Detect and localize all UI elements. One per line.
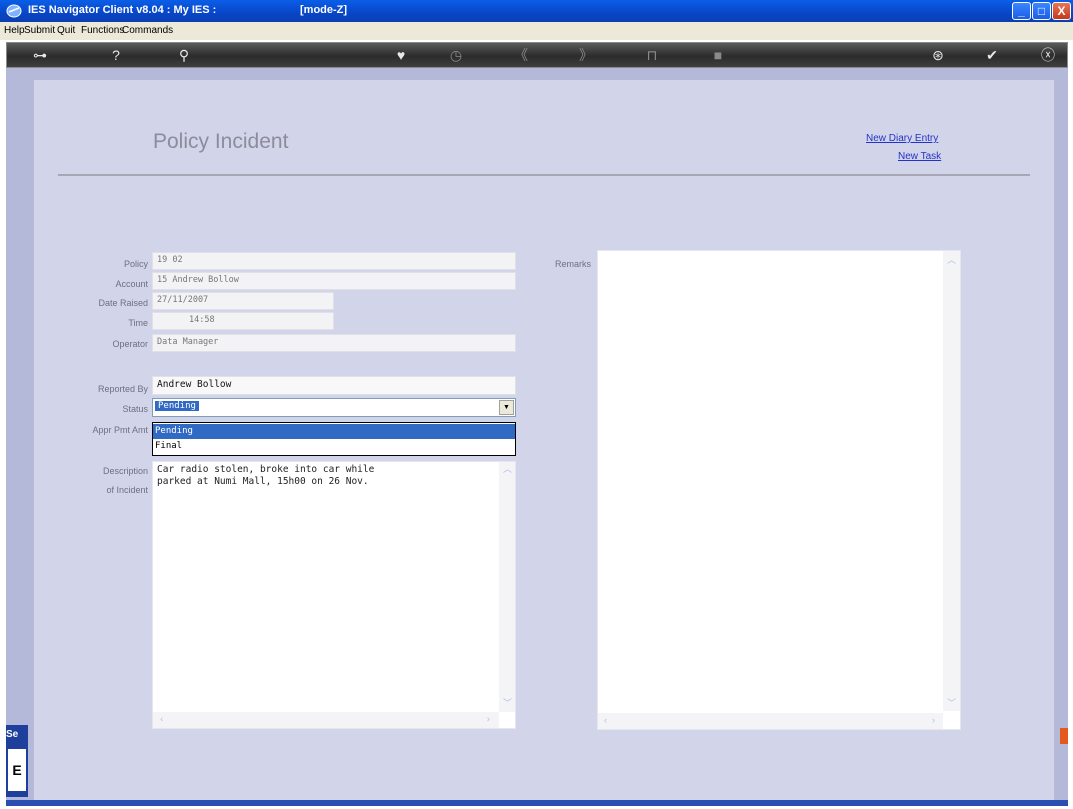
menu-quit[interactable]: Quit <box>57 25 75 36</box>
help-icon[interactable]: ? <box>105 46 127 64</box>
check-icon[interactable]: ✔ <box>981 46 1003 64</box>
menu-help[interactable]: Help <box>4 25 25 36</box>
scroll-right-icon[interactable]: › <box>932 715 935 725</box>
status-strip <box>6 800 1068 806</box>
operator-label: Operator <box>112 339 148 349</box>
description-line-2: parked at Numi Mall, 15h00 on 26 Nov. <box>157 476 369 487</box>
side-tab[interactable]: Se E <box>6 725 28 797</box>
close-button[interactable]: X <box>1052 2 1071 20</box>
scroll-up-icon[interactable]: ︿ <box>503 464 512 476</box>
reported-by-field[interactable]: Andrew Bollow <box>152 376 516 395</box>
status-option-pending[interactable]: Pending <box>153 424 515 439</box>
toolbar: ⊶ ? ⚲ ♥ ◷ 《 》 ⊓ ■ ⊛ ✔ ⓧ <box>6 42 1068 68</box>
window-mode: [mode-Z] <box>300 4 348 16</box>
scroll-left-icon[interactable]: ‹ <box>159 714 164 726</box>
rewind-icon[interactable]: 《 <box>510 46 532 64</box>
policy-field[interactable]: 19 02 <box>152 252 516 270</box>
appr-pmt-amt-label: Appr Pmt Amt <box>92 425 148 435</box>
description-vertical-scrollbar[interactable]: ︿ ﹀ <box>499 462 515 712</box>
maximize-button[interactable]: □ <box>1032 2 1051 20</box>
time-label: Time <box>128 318 148 328</box>
reported-by-label: Reported By <box>97 384 148 394</box>
app-icon <box>6 4 22 18</box>
description-label-line2: of Incident <box>106 485 148 495</box>
heart-icon[interactable]: ♥ <box>390 46 412 64</box>
search-icon[interactable]: ⚲ <box>173 46 195 64</box>
minimize-button[interactable]: _ <box>1012 2 1031 20</box>
description-line-1: Car radio stolen, broke into car while <box>157 464 375 475</box>
account-field[interactable]: 15 Andrew Bollow <box>152 272 516 290</box>
date-raised-label: Date Raised <box>98 298 148 308</box>
clock-icon[interactable]: ◷ <box>445 46 467 64</box>
date-raised-field[interactable]: 27/11/2007 <box>152 292 334 310</box>
description-label: Description <box>102 466 148 476</box>
new-diary-entry-link[interactable]: New Diary Entry <box>866 133 938 144</box>
key-icon[interactable]: ⊶ <box>29 46 51 64</box>
status-select[interactable]: Pending ▼ <box>152 398 516 417</box>
menu-submit[interactable]: Submit <box>24 25 55 36</box>
side-tab-box: E <box>8 749 26 791</box>
network-icon[interactable]: ⊛ <box>927 46 949 64</box>
scroll-down-icon[interactable]: ﹀ <box>503 698 512 710</box>
status-option-final[interactable]: Final <box>153 439 515 454</box>
close-icon[interactable]: ⓧ <box>1037 46 1059 64</box>
window-title-bar[interactable]: IES Navigator Client v8.04 : My IES : [m… <box>0 0 1073 22</box>
time-field[interactable]: 14:58 <box>152 312 334 330</box>
account-label: Account <box>115 279 148 289</box>
status-dropdown-list: Pending Final <box>152 422 516 456</box>
remarks-vertical-scrollbar[interactable]: ︿ ﹀ <box>943 251 960 711</box>
right-edge-marker <box>1060 728 1068 744</box>
menu-bar: Help Submit Quit Functions Commands <box>0 22 1073 40</box>
scroll-left-icon[interactable]: ‹ <box>604 715 607 725</box>
description-textarea[interactable]: Car radio stolen, broke into car while p… <box>152 461 516 729</box>
box-icon[interactable]: ■ <box>707 46 729 64</box>
operator-field[interactable]: Data Manager <box>152 334 516 352</box>
policy-label: Policy <box>123 259 148 269</box>
remarks-label: Remarks <box>554 259 591 269</box>
status-label: Status <box>122 404 148 414</box>
remarks-horizontal-scrollbar[interactable]: ‹ › <box>598 713 943 729</box>
scroll-right-icon[interactable]: › <box>486 714 491 726</box>
window-title: IES Navigator Client v8.04 : My IES : <box>28 4 217 16</box>
menu-functions[interactable]: Functions <box>81 25 124 36</box>
forward-icon[interactable]: 》 <box>575 46 597 64</box>
scroll-down-icon[interactable]: ﹀ <box>947 696 956 709</box>
status-selected-value: Pending <box>155 401 199 411</box>
page-title: Policy Incident <box>153 130 289 153</box>
scroll-up-icon[interactable]: ︿ <box>947 253 956 266</box>
menu-commands[interactable]: Commands <box>122 25 173 36</box>
side-tab-label: Se <box>6 729 19 740</box>
new-task-link[interactable]: New Task <box>898 151 941 162</box>
description-horizontal-scrollbar[interactable]: ‹ › <box>153 712 499 728</box>
chevron-down-icon[interactable]: ▼ <box>499 400 514 415</box>
title-divider <box>58 174 1030 176</box>
stop-icon[interactable]: ⊓ <box>641 46 663 64</box>
remarks-textarea[interactable] <box>597 250 961 730</box>
